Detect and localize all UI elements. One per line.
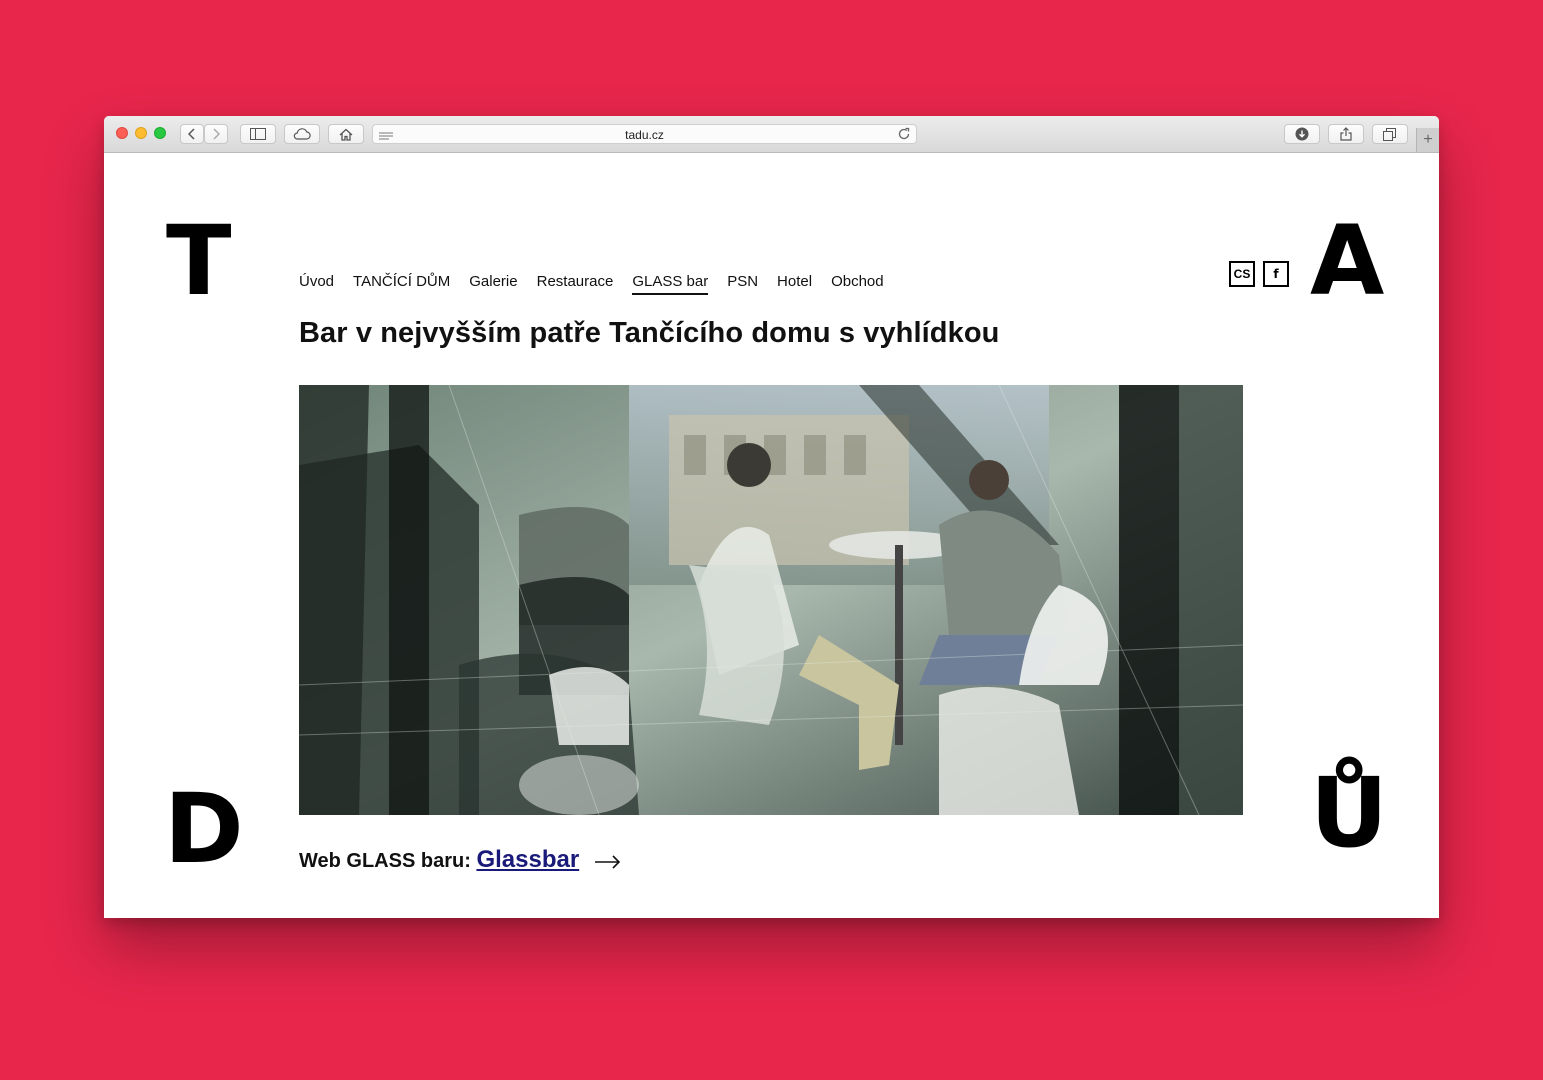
share-button[interactable]: [1328, 124, 1364, 144]
zoom-window-button[interactable]: [154, 127, 166, 139]
downloads-button[interactable]: [1284, 124, 1320, 144]
nav-item-uvod[interactable]: Úvod: [299, 273, 334, 295]
logo-letter-t[interactable]: T: [166, 213, 231, 309]
logo-letter-d[interactable]: D: [164, 781, 244, 877]
sidebar-button[interactable]: [240, 124, 276, 144]
close-window-button[interactable]: [116, 127, 128, 139]
page-title: Bar v nejvyšším patře Tančícího domu s v…: [299, 317, 1000, 349]
facebook-icon[interactable]: f: [1263, 261, 1289, 287]
new-tab-button[interactable]: +: [1416, 128, 1439, 152]
download-icon: [1295, 127, 1309, 141]
url-text: tadu.cz: [625, 128, 664, 142]
main-navigation: Úvod TANČÍCÍ DŮM Galerie Restaurace GLAS…: [299, 273, 903, 295]
minimize-window-button[interactable]: [135, 127, 147, 139]
tabs-overview-button[interactable]: [1372, 124, 1408, 144]
address-bar[interactable]: tadu.cz: [372, 124, 917, 144]
nav-item-psn[interactable]: PSN: [727, 273, 758, 295]
home-button[interactable]: [328, 124, 364, 144]
glassbar-web-line: Web GLASS baru: Glassbar: [299, 846, 621, 874]
nav-item-tancici-dum[interactable]: TANČÍCÍ DŮM: [353, 273, 450, 295]
chevron-right-icon: [213, 128, 220, 140]
icloud-tabs-button[interactable]: [284, 124, 320, 144]
arrow-right-icon[interactable]: [594, 855, 621, 869]
nav-item-galerie[interactable]: Galerie: [469, 273, 517, 295]
chevron-left-icon: [188, 128, 195, 140]
forward-button[interactable]: [204, 124, 228, 144]
page-content: T A D Ů Úvod TANČÍCÍ DŮM Galerie Restaur…: [104, 153, 1439, 918]
reload-icon[interactable]: [897, 127, 911, 146]
language-switch-button[interactable]: CS: [1229, 261, 1255, 287]
nav-item-hotel[interactable]: Hotel: [777, 273, 812, 295]
nav-item-restaurace[interactable]: Restaurace: [537, 273, 614, 295]
nav-item-obchod[interactable]: Obchod: [831, 273, 884, 295]
sidebar-icon: [250, 128, 266, 140]
glassbar-link[interactable]: Glassbar: [476, 846, 579, 873]
home-icon: [339, 128, 353, 141]
browser-window: tadu.cz + T A D Ů Úvod TANČÍCÍ DŮM Galer…: [104, 116, 1439, 918]
nav-item-glass-bar[interactable]: GLASS bar: [632, 273, 709, 295]
logo-letter-a[interactable]: A: [1310, 213, 1384, 309]
back-button[interactable]: [180, 124, 204, 144]
browser-toolbar: tadu.cz +: [104, 116, 1439, 153]
logo-letter-u-ring[interactable]: Ů: [1310, 765, 1388, 861]
weblink-prefix: Web GLASS baru:: [299, 850, 471, 872]
share-icon: [1340, 127, 1352, 141]
tabs-icon: [1383, 127, 1396, 141]
bar-photo: [299, 385, 1243, 815]
cloud-icon: [293, 128, 311, 140]
bar-interior-image: [299, 385, 1243, 815]
